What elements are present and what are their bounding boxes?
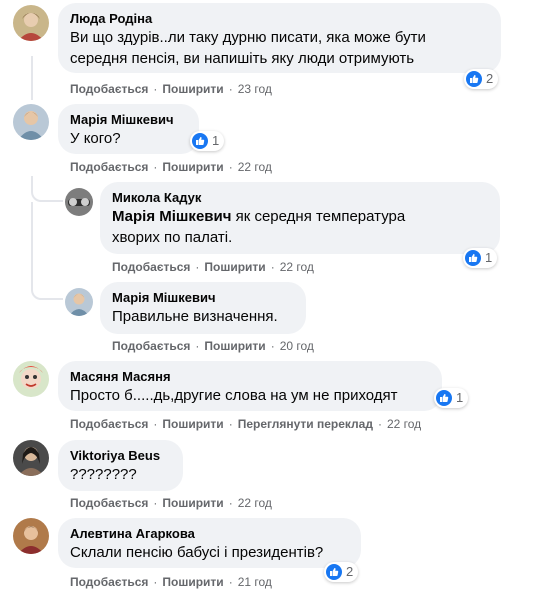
separator: · (377, 417, 382, 431)
share-button[interactable]: Поширити (162, 160, 223, 174)
separator: · (153, 160, 158, 174)
share-button[interactable]: Поширити (162, 496, 223, 510)
comment-text: Правильне визначення. (112, 308, 278, 325)
comment-author[interactable]: Марія Мішкевич (112, 290, 294, 306)
comment-bubble: Микола Кадук Марія Мішкевич як середня т… (100, 182, 500, 254)
separator: · (270, 260, 275, 274)
avatar[interactable] (13, 361, 49, 397)
avatar[interactable] (65, 288, 93, 316)
comment-text: хворих по палаті. (112, 229, 233, 246)
comment-time[interactable]: 20 год (280, 339, 314, 353)
like-button[interactable]: Подобається (70, 82, 148, 96)
comment-time[interactable]: 22 год (238, 160, 272, 174)
like-button[interactable]: Подобається (70, 160, 148, 174)
reaction-count[interactable]: 1 (434, 388, 469, 408)
comment-actions: Подобається · Поширити · 21 год (70, 574, 272, 590)
like-icon (326, 564, 342, 580)
comment-time[interactable]: 22 год (280, 260, 314, 274)
thread-line (31, 56, 33, 100)
comment-text: Склали пенсію бабусі і президентів? (70, 544, 324, 561)
comment-bubble: Люда Родіна Ви що здурів..ли таку дурню … (58, 3, 501, 73)
comment-text: середня пенсія, ви напишіть яку люди отр… (70, 50, 415, 67)
comment-author[interactable]: Viktoriya Beus (70, 448, 171, 464)
reaction-number: 1 (212, 133, 220, 148)
separator: · (228, 417, 233, 431)
avatar[interactable] (13, 518, 49, 554)
comment-author[interactable]: Люда Родіна (70, 11, 489, 27)
separator: · (195, 260, 200, 274)
reaction-count[interactable]: 1 (463, 248, 498, 268)
comment-actions: Подобається · Поширити · 23 год (70, 81, 272, 97)
thread-branch (31, 202, 63, 300)
comment-time[interactable]: 23 год (238, 82, 272, 96)
comment-actions: Подобається · Поширити · 22 год (112, 259, 314, 275)
comment-bubble: Марія Мішкевич У кого? (58, 104, 199, 154)
comment-time[interactable]: 21 год (238, 575, 272, 589)
separator: · (153, 417, 158, 431)
comment-actions: Подобається · Поширити · 22 год (70, 159, 272, 175)
separator: · (228, 82, 233, 96)
like-icon (436, 390, 452, 406)
reaction-number: 2 (346, 564, 354, 579)
comment-text: У кого? (70, 130, 121, 147)
comment-time[interactable]: 22 год (238, 496, 272, 510)
share-button[interactable]: Поширити (162, 575, 223, 589)
separator: · (153, 496, 158, 510)
avatar[interactable] (65, 188, 93, 216)
comment-author[interactable]: Масяня Масяня (70, 369, 430, 385)
like-button[interactable]: Подобається (70, 496, 148, 510)
avatar[interactable] (13, 440, 49, 476)
comment-bubble: Масяня Масяня Просто б.....дь,другие сло… (58, 361, 442, 411)
comment-bubble: Алевтина Агаркова Склали пенсію бабусі і… (58, 518, 361, 568)
thread-branch (31, 176, 63, 202)
separator: · (270, 339, 275, 353)
separator: · (195, 339, 200, 353)
like-icon (465, 250, 481, 266)
share-button[interactable]: Поширити (204, 260, 265, 274)
comment-bubble: Viktoriya Beus ???????? (58, 440, 183, 491)
reaction-number: 1 (456, 390, 464, 405)
comment-text: Марія Мішкевич як середня температура (112, 206, 488, 227)
like-icon (466, 71, 482, 87)
comment-author[interactable]: Марія Мішкевич (70, 112, 187, 128)
reaction-count[interactable]: 2 (324, 562, 359, 582)
separator: · (228, 496, 233, 510)
share-button[interactable]: Поширити (162, 417, 223, 431)
avatar[interactable] (13, 104, 49, 140)
like-button[interactable]: Подобається (112, 339, 190, 353)
like-button[interactable]: Подобається (112, 260, 190, 274)
comment-text: ???????? (70, 466, 137, 483)
share-button[interactable]: Поширити (162, 82, 223, 96)
see-translation-button[interactable]: Переглянути переклад (238, 417, 373, 431)
comment-author[interactable]: Алевтина Агаркова (70, 526, 349, 542)
reaction-count[interactable]: 1 (190, 131, 225, 151)
like-button[interactable]: Подобається (70, 417, 148, 431)
reaction-number: 2 (486, 71, 494, 86)
comment-actions: Подобається · Поширити · Переглянути перекла… (70, 416, 421, 432)
comment-actions: Подобається · Поширити · 20 год (112, 338, 314, 354)
mention-link[interactable]: Марія Мішкевич (112, 208, 231, 225)
separator: · (153, 82, 158, 96)
like-icon (192, 133, 208, 149)
comment-author[interactable]: Микола Кадук (112, 190, 488, 206)
share-button[interactable]: Поширити (204, 339, 265, 353)
comment-text: Ви що здурів..ли таку дурню писати, яка … (70, 29, 426, 46)
like-button[interactable]: Подобається (70, 575, 148, 589)
comment-bubble: Марія Мішкевич Правильне визначення. (100, 282, 306, 334)
avatar[interactable] (13, 5, 49, 41)
reaction-number: 1 (485, 250, 493, 265)
comment-text-part: як середня температура (231, 208, 406, 225)
comment-time[interactable]: 22 год (387, 417, 421, 431)
reaction-count[interactable]: 2 (464, 69, 499, 89)
comment-text: Просто б.....дь,другие слова на ум не пр… (70, 387, 398, 404)
separator: · (228, 160, 233, 174)
separator: · (228, 575, 233, 589)
comment-actions: Подобається · Поширити · 22 год (70, 495, 272, 511)
separator: · (153, 575, 158, 589)
